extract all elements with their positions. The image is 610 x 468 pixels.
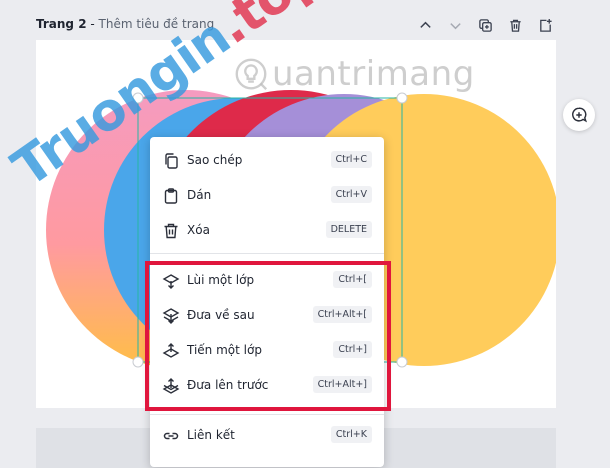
chevron-down-icon[interactable] [444,14,466,36]
chevron-up-icon[interactable] [414,14,436,36]
menu-item-shortcut: Ctrl+C [330,151,372,168]
menu-item-label: Sao chép [187,153,243,167]
clipboard-icon [162,187,180,205]
selection-handle-top-right[interactable] [396,92,408,104]
quantrimang-logo-icon [235,58,268,91]
menu-item-paste[interactable]: Dán Ctrl+V [150,178,384,213]
menu-item-shortcut: Ctrl+K [330,426,372,443]
trash-icon[interactable] [504,14,526,36]
menu-divider [150,414,384,415]
watermark-quantrimang-text: uantrimang [272,54,475,94]
menu-divider [150,253,384,254]
page-number: Trang 2 [36,17,87,31]
comment-add-icon [572,107,588,123]
duplicate-icon[interactable] [474,14,496,36]
menu-item-label: Liên kết [187,428,235,442]
watermark-quantrimang: uantrimang [232,54,475,94]
menu-item-shortcut: Ctrl+V [330,186,372,203]
title-separator: - [86,17,99,31]
selection-handle-bottom-left[interactable] [132,356,144,368]
copy-icon [162,152,180,170]
trash-icon [162,222,180,240]
link-icon [162,427,180,445]
menu-item-delete[interactable]: Xóa DELETE [150,213,384,248]
menu-item-link[interactable]: Liên kết Ctrl+K [150,418,384,453]
menu-item-label: Dán [187,188,212,202]
comment-button[interactable] [563,99,595,131]
menu-item-copy[interactable]: Sao chép Ctrl+C [150,143,384,178]
selection-handle-bottom-right[interactable] [396,356,408,368]
menu-item-label: Xóa [187,223,210,237]
menu-item-shortcut: DELETE [325,221,372,238]
page-toolbar [414,14,556,36]
highlight-box [145,261,391,411]
add-page-icon[interactable] [534,14,556,36]
